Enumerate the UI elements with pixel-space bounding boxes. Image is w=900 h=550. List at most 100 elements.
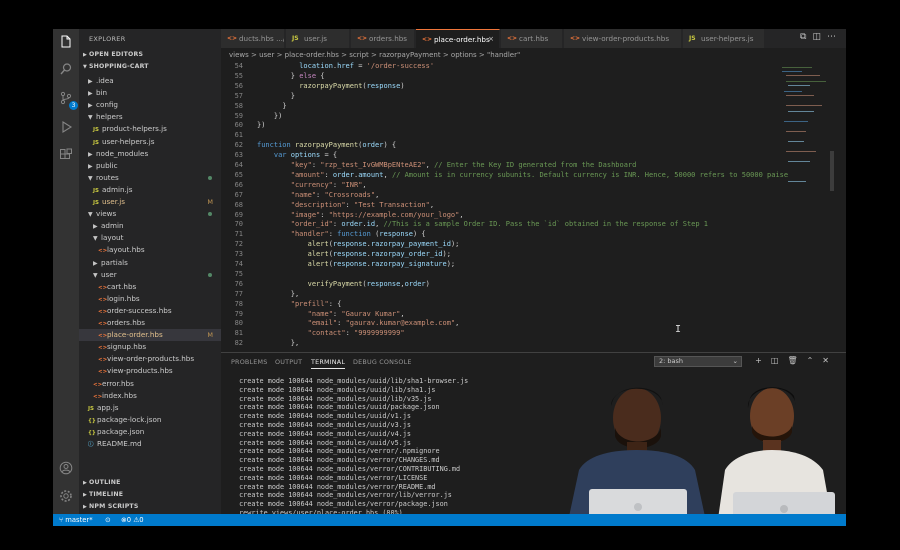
extensions-icon[interactable] [58, 148, 74, 164]
tree-folder--idea[interactable]: ▶ .idea [79, 75, 221, 87]
search-icon[interactable] [58, 62, 74, 78]
close-icon[interactable]: × [488, 30, 494, 48]
tree-file-package-lock-json[interactable]: {}package-lock.json [79, 414, 221, 426]
tree-folder-helpers[interactable]: ▼ helpers [79, 111, 221, 123]
code-token: response [379, 230, 413, 239]
tab-problems[interactable]: PROBLEMS [231, 358, 267, 366]
account-icon[interactable] [58, 461, 74, 477]
tab-view-order-products-hbs[interactable]: <> view-order-products.hbs [564, 29, 682, 48]
warning-count: 0 [139, 516, 144, 524]
problems-indicator[interactable]: ⊗0 ⚠0 [121, 514, 144, 526]
tab-cart-hbs[interactable]: <> cart.hbs [501, 29, 563, 48]
split-terminal-icon[interactable]: ◫ [771, 356, 788, 365]
code-token: , [455, 319, 460, 328]
branch-indicator[interactable]: ⑂ master* [59, 514, 93, 526]
tree-folder-partials[interactable]: ▶ partials [79, 257, 221, 269]
tree-folder-views[interactable]: ▼ views [79, 208, 221, 220]
npm-scripts-section[interactable]: ▶ NPM SCRIPTS [83, 503, 139, 510]
tree-folder-bin[interactable]: ▶ bin [79, 87, 221, 99]
code-token: amount [358, 170, 384, 179]
line-number: 72 [234, 240, 243, 249]
settings-gear-icon[interactable] [58, 489, 74, 505]
code-token: var [273, 151, 291, 160]
terminal-select-value: 2: bash [659, 357, 684, 365]
tree-item-label: layout [101, 233, 124, 243]
tab-terminal[interactable]: TERMINAL [311, 358, 346, 369]
minimap[interactable] [780, 61, 836, 221]
trash-icon[interactable]: 🗑 [787, 356, 806, 365]
tab-user-helpers-js[interactable]: JS user-helpers.js [683, 29, 765, 48]
tree-folder-public[interactable]: ▶ public [79, 160, 221, 172]
maximize-icon[interactable]: ⌃ [807, 356, 823, 365]
source-control-icon[interactable]: 3 [58, 91, 78, 110]
tab-ducts-hbs-admin[interactable]: <>ducts.hbs .../admin [221, 29, 285, 48]
tree-folder-admin[interactable]: ▶ admin [79, 220, 221, 232]
outline-section[interactable]: ▶ OUTLINE [83, 479, 121, 486]
code-line: "contact": "9999999999" [308, 329, 405, 337]
line-number: 57 [234, 91, 243, 100]
tree-file-signup-hbs[interactable]: <>signup.hbs [79, 341, 221, 353]
tab-output[interactable]: OUTPUT [275, 358, 302, 366]
tree-file-layout-hbs[interactable]: <>layout.hbs [79, 244, 221, 256]
more-actions-icon[interactable]: ⋯ [827, 32, 842, 42]
terminal-output[interactable]: create mode 100644 node_modules/uuid/lib… [229, 377, 468, 526]
tree-file-view-order-products-hbs[interactable]: <>view-order-products.hbs [79, 353, 221, 365]
code-token: "gaurav.kumar@example.com" [345, 319, 456, 328]
run-debug-icon[interactable] [58, 120, 74, 136]
tree-file-app-js[interactable]: JS app.js [79, 402, 221, 414]
tree-file-place-order-hbs[interactable]: <>place-order.hbs M [79, 329, 221, 342]
tree-file-order-success-hbs[interactable]: <>order-success.hbs [79, 305, 221, 317]
code-line: } else { [291, 72, 325, 80]
code-token: function [257, 141, 295, 150]
code-line: "name": "Crossroads", [291, 191, 380, 199]
tab-orders-hbs[interactable]: <> orders.hbs [351, 29, 415, 48]
tab-debug-console[interactable]: DEBUG CONSOLE [353, 358, 412, 366]
tree-file-readme-md[interactable]: ⓘ README.md [79, 438, 221, 450]
tree-folder-routes[interactable]: ▼ routes [79, 172, 221, 184]
tree-file-package-json[interactable]: {}package.json [79, 426, 221, 438]
tree-folder-node-modules[interactable]: ▶ node_modules [79, 148, 221, 160]
tree-file-index-hbs[interactable]: <>index.hbs [79, 390, 221, 402]
tree-file-admin-js[interactable]: JS admin.js [79, 184, 221, 196]
code-editor[interactable]: 54 location.href = '/order-success' 55} el… [221, 61, 846, 352]
tree-file-view-products-hbs[interactable]: <>view-products.hbs [79, 365, 221, 377]
code-token: options [290, 151, 321, 160]
compare-icon[interactable]: ⧉ [800, 32, 812, 42]
project-section[interactable]: ▼ SHOPPING-CART [83, 63, 149, 70]
tree-file-product-helpers-js[interactable]: JS product-helpers.js [79, 123, 221, 135]
tree-file-orders-hbs[interactable]: <>orders.hbs [79, 317, 221, 329]
code-token: // Amount is in currency subunits. Defau… [391, 170, 789, 179]
code-token: // Enter the Key ID generated from the D… [434, 161, 637, 169]
tab-place-order-hbs[interactable]: <> place-order.hbs × [416, 29, 500, 48]
tree-item-label: index.hbs [102, 390, 137, 400]
tree-folder-user[interactable]: ▼ user [79, 269, 221, 281]
vscode-window: 3 EXPLORER ▶ OPEN EDITORS ▼ SHOPPING-CAR… [53, 29, 846, 526]
tree-file-error-hbs[interactable]: <>error.hbs [79, 378, 221, 390]
code-line: }, [291, 290, 299, 298]
close-panel-icon[interactable]: ✕ [822, 356, 838, 365]
breadcrumb[interactable]: views > user > place-order.hbs > script … [229, 49, 520, 61]
tree-item-label: partials [101, 257, 128, 267]
tree-folder-layout[interactable]: ▼ layout [79, 232, 221, 244]
tree-file-user-js[interactable]: JS user.js M [79, 196, 221, 208]
new-terminal-icon[interactable]: + [755, 356, 771, 365]
tree-item-label: views [96, 209, 117, 219]
sync-icon[interactable]: ⊙ [105, 514, 111, 526]
line-number: 78 [234, 299, 243, 308]
timeline-section[interactable]: ▶ TIMELINE [83, 491, 123, 498]
tab-user-js[interactable]: JS user.js [286, 29, 350, 48]
line-number: 70 [234, 220, 243, 229]
tree-item-label: .idea [96, 76, 114, 85]
tree-file-cart-hbs[interactable]: <>cart.hbs [79, 281, 221, 293]
line-number: 66 [234, 180, 243, 189]
editor-actions: ⧉◫⋯ [800, 32, 842, 42]
split-editor-icon[interactable]: ◫ [812, 32, 827, 42]
tree-file-login-hbs[interactable]: <>login.hbs [79, 293, 221, 305]
tree-file-user-helpers-js[interactable]: JS user-helpers.js [79, 136, 221, 148]
code-token: }) [273, 111, 283, 120]
code-line: "order_id": order.id, //This is a sample… [291, 220, 708, 228]
explorer-icon[interactable] [58, 35, 74, 51]
open-editors-section[interactable]: ▶ OPEN EDITORS [83, 51, 143, 58]
code-line: } [282, 102, 286, 110]
tree-folder-config[interactable]: ▶ config [79, 99, 221, 111]
